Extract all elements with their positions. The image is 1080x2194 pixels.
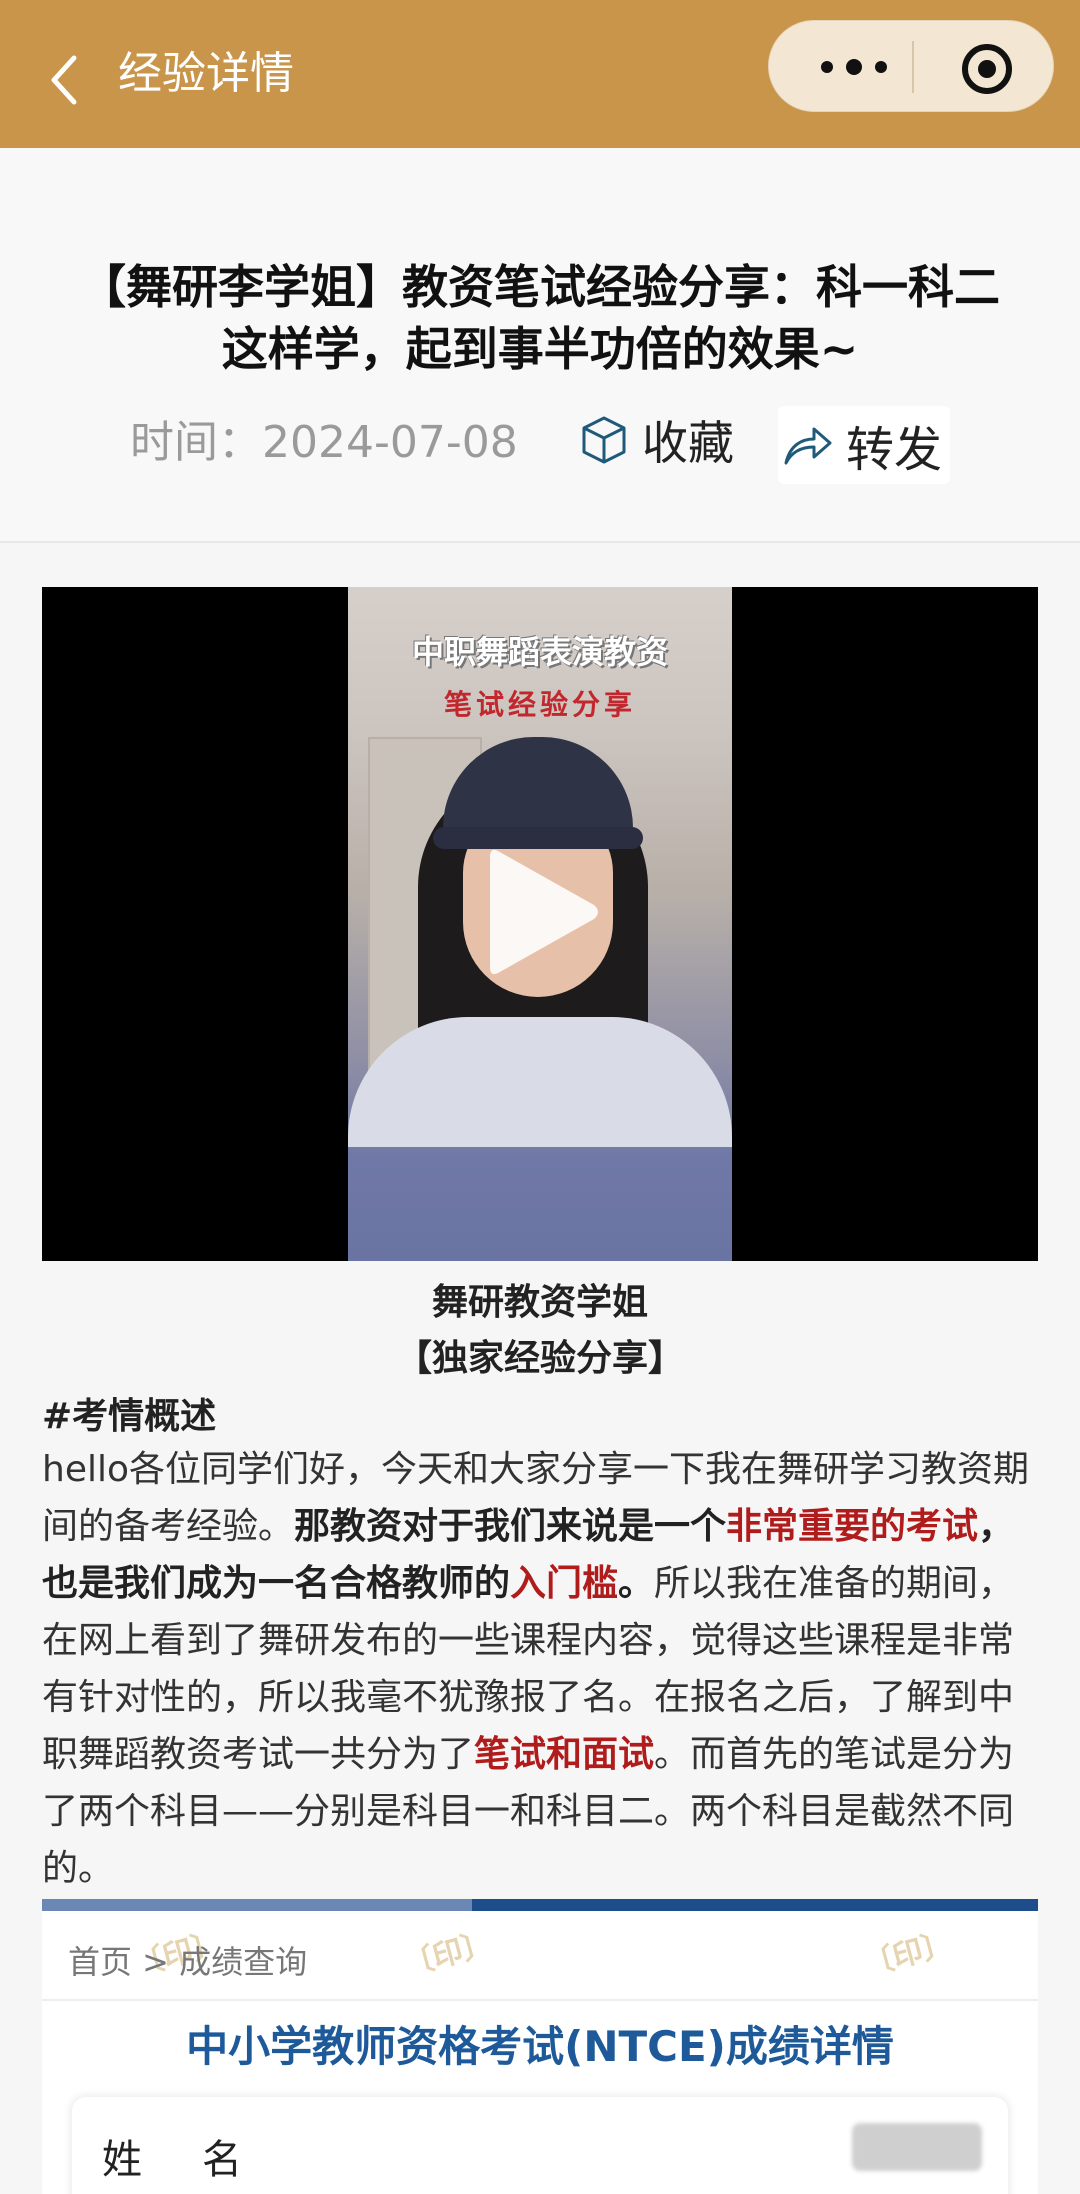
article-title: 【舞研李学姐】教资笔试经验分享：科一科二这样学，起到事半功倍的效果~ — [80, 260, 1000, 376]
embedded-score-screenshot: 〔印〕 〔印〕 〔印〕 首页 > 成绩查询 中小学教师资格考试(NTCE)成绩详… — [42, 1899, 1038, 2194]
video-caption-line1: 中职舞蹈表演教资 — [411, 633, 668, 671]
paragraph-highlight: 笔试和面试 — [474, 1734, 655, 1775]
video-frame: 中职舞蹈表演教资 笔试经验分享 — [348, 587, 732, 1261]
page-title: 经验详情 — [118, 48, 294, 99]
favorite-label: 收藏 — [642, 416, 734, 470]
more-options-icon[interactable] — [809, 49, 899, 85]
video-caption-tag: 【独家经验分享】 — [395, 1338, 684, 1379]
video-caption-line2: 笔试经验分享 — [443, 688, 636, 721]
paragraph-highlight: 非常重要的考试 — [726, 1506, 979, 1547]
video-person-shirt — [348, 1017, 732, 1147]
paragraph-bold: 那教资对于我们来说是一个 — [294, 1506, 727, 1547]
breadcrumb: 首页 > 成绩查询 — [68, 1943, 308, 1981]
article-header: 【舞研李学姐】教资笔试经验分享：科一科二这样学，起到事半功倍的效果~ 时间：20… — [0, 148, 1080, 542]
play-icon[interactable] — [476, 837, 606, 987]
video-caption-name: 舞研教资学姐 — [431, 1282, 648, 1323]
close-target-icon[interactable] — [959, 41, 1015, 97]
article-paragraph: hello各位同学们好，今天和大家分享一下我在舞研学习教资期间的备考经验。那教资… — [42, 1441, 1042, 1897]
publish-time: 时间：2024-07-08 — [130, 417, 518, 468]
screenshot-top-bar-accent — [42, 1899, 472, 1911]
watermark-seal: 〔印〕 — [859, 1925, 956, 1983]
score-detail-title: 中小学教师资格考试(NTCE)成绩详情 — [186, 2022, 894, 2071]
article-content: 中职舞蹈表演教资 笔试经验分享 舞研教资学姐 【独家经验分享】 #考情概述 he… — [0, 543, 1080, 2194]
back-arrow-icon[interactable] — [44, 50, 88, 110]
name-row-label: 姓名 — [102, 2137, 302, 2183]
top-nav-bar: 经验详情 — [0, 0, 1080, 148]
breadcrumb-divider — [42, 1999, 1038, 2001]
video-player[interactable]: 中职舞蹈表演教资 笔试经验分享 — [42, 587, 1038, 1261]
capsule-divider — [912, 41, 914, 93]
forward-button[interactable]: 转发 — [778, 406, 950, 484]
watermark-seal: 〔印〕 — [399, 1925, 496, 1983]
forward-label: 转发 — [846, 422, 943, 478]
paragraph-bold: 。 — [618, 1563, 655, 1604]
paragraph-highlight: 入门槛 — [510, 1563, 619, 1604]
favorite-button[interactable]: 收藏 — [578, 410, 734, 470]
cube-icon — [582, 416, 626, 464]
blurred-name-value — [852, 2123, 982, 2171]
score-info-card: 姓名 — [72, 2097, 1008, 2194]
share-arrow-icon — [784, 427, 832, 465]
mini-program-capsule — [768, 20, 1054, 112]
section-heading: #考情概述 — [42, 1396, 217, 1437]
